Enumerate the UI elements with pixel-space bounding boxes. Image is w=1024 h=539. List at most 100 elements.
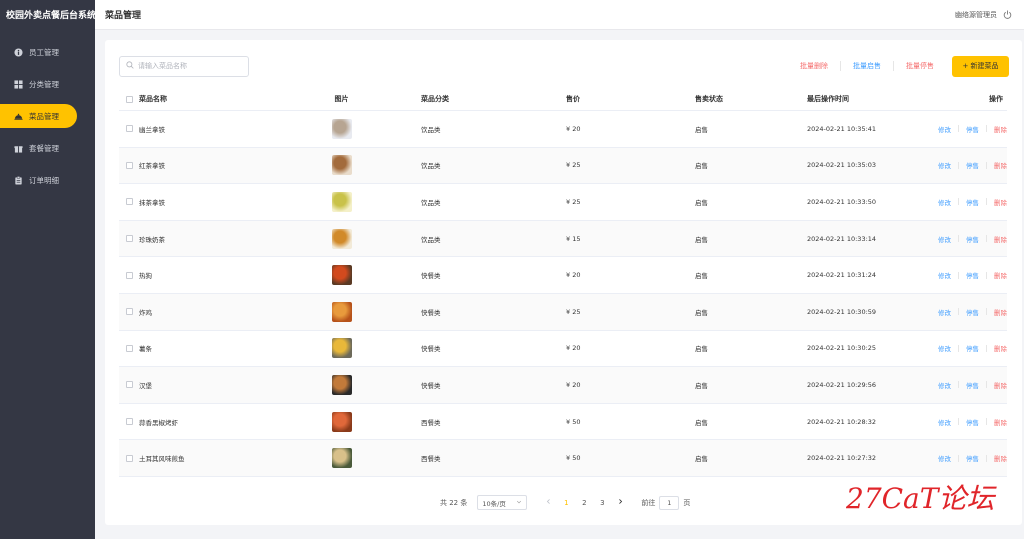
dish-updated-time: 2024-02-21 10:31:24 <box>807 271 877 280</box>
dish-thumbnail[interactable] <box>331 411 352 432</box>
sidebar-item-orders[interactable]: 订单明细 <box>4 168 91 192</box>
dish-thumbnail[interactable] <box>331 118 352 139</box>
delete-button[interactable]: 删除 <box>994 270 1007 280</box>
dish-category: 饮品类 <box>421 235 441 244</box>
disable-button[interactable]: 停售 <box>966 160 979 170</box>
row-checkbox[interactable] <box>125 454 133 462</box>
goto-suffix: 页 <box>683 498 691 507</box>
grid-icon <box>13 79 23 89</box>
header-ops: 操作 <box>989 95 1003 103</box>
row-actions: 修改 停售 删除 <box>934 307 1007 317</box>
header-price: 售价 <box>566 95 580 103</box>
sidebar-item-employee[interactable]: 员工管理 <box>4 40 91 64</box>
row-checkbox[interactable] <box>125 308 133 316</box>
disable-button[interactable]: 停售 <box>966 124 979 134</box>
edit-button[interactable]: 修改 <box>938 417 951 427</box>
dish-image-cell <box>279 411 404 432</box>
disable-button[interactable]: 停售 <box>966 380 979 390</box>
dish-price: ¥ 25 <box>566 307 581 316</box>
goto-page-input[interactable]: 1 <box>659 495 680 510</box>
dish-category: 快餐类 <box>421 381 441 390</box>
current-user[interactable]: 幽络源管理员 <box>955 10 997 20</box>
delete-button[interactable]: 删除 <box>994 417 1007 427</box>
table-row: 抹茶拿铁 饮品类 ¥ 25 启售 2024-02-21 10:33:50 修改 … <box>119 184 1007 221</box>
dish-thumbnail[interactable] <box>331 448 352 469</box>
delete-button[interactable]: 删除 <box>994 197 1007 207</box>
dish-thumbnail[interactable] <box>331 155 352 176</box>
dish-thumbnail[interactable] <box>331 374 352 395</box>
page-title: 菜品管理 <box>105 11 142 21</box>
disable-button[interactable]: 停售 <box>966 343 979 353</box>
table-header: 菜品名称 图片 菜品分类 售价 售卖状态 最后操作时间 操作 <box>119 88 1007 111</box>
page-number-2[interactable]: 2 <box>575 499 593 507</box>
batch-enable-button[interactable]: 批量启售 <box>841 61 894 71</box>
sidebar-item-dish[interactable]: 菜品管理 <box>0 104 77 128</box>
row-checkbox[interactable] <box>125 235 133 243</box>
row-checkbox[interactable] <box>125 161 133 169</box>
site-watermark: 27CaT论坛 <box>845 480 1016 516</box>
page-size-select[interactable]: 10条/页 <box>477 495 528 510</box>
next-page-icon[interactable] <box>611 498 629 507</box>
edit-button[interactable]: 修改 <box>938 160 951 170</box>
dish-updated-time: 2024-02-21 10:33:14 <box>807 234 877 243</box>
batch-disable-button[interactable]: 批量停售 <box>894 61 946 71</box>
dish-price: ¥ 20 <box>566 344 581 353</box>
dish-category: 快餐类 <box>421 308 441 317</box>
row-checkbox[interactable] <box>125 125 133 133</box>
sidebar-item-combo[interactable]: 套餐管理 <box>4 136 91 160</box>
disable-button[interactable]: 停售 <box>966 234 979 244</box>
page-number-3[interactable]: 3 <box>593 499 611 507</box>
edit-button[interactable]: 修改 <box>938 307 951 317</box>
search-input[interactable] <box>138 62 238 70</box>
edit-button[interactable]: 修改 <box>938 124 951 134</box>
dish-status: 启售 <box>695 125 708 134</box>
table-row: 土耳其风味煎鱼 西餐类 ¥ 50 启售 2024-02-21 10:27:32 … <box>119 440 1007 477</box>
dish-name: 炸鸡 <box>139 308 152 317</box>
select-all-checkbox[interactable] <box>125 95 133 103</box>
delete-button[interactable]: 删除 <box>994 124 1007 134</box>
edit-button[interactable]: 修改 <box>938 234 951 244</box>
edit-button[interactable]: 修改 <box>938 343 951 353</box>
prev-page-icon[interactable] <box>539 498 557 507</box>
delete-button[interactable]: 删除 <box>994 453 1007 463</box>
row-checkbox[interactable] <box>125 418 133 426</box>
sidebar-item-label: 套餐管理 <box>29 143 59 153</box>
row-checkbox[interactable] <box>125 271 133 279</box>
header-time: 最后操作时间 <box>807 95 849 103</box>
delete-button[interactable]: 删除 <box>994 160 1007 170</box>
dish-thumbnail[interactable] <box>331 265 352 286</box>
edit-button[interactable]: 修改 <box>938 453 951 463</box>
row-checkbox[interactable] <box>125 198 133 206</box>
dish-thumbnail[interactable] <box>331 301 352 322</box>
divider <box>958 418 959 426</box>
disable-button[interactable]: 停售 <box>966 270 979 280</box>
page-number-1[interactable]: 1 <box>557 499 575 507</box>
dish-thumbnail[interactable] <box>331 191 352 212</box>
disable-button[interactable]: 停售 <box>966 307 979 317</box>
row-checkbox[interactable] <box>125 344 133 352</box>
disable-button[interactable]: 停售 <box>966 453 979 463</box>
row-select-cell <box>119 125 139 133</box>
delete-button[interactable]: 删除 <box>994 234 1007 244</box>
dish-image-cell <box>279 338 404 359</box>
sidebar-item-label: 分类管理 <box>29 79 59 89</box>
dish-thumbnail[interactable] <box>331 228 352 249</box>
dish-category: 饮品类 <box>421 125 441 134</box>
row-checkbox[interactable] <box>125 381 133 389</box>
delete-button[interactable]: 删除 <box>994 307 1007 317</box>
add-dish-button[interactable]: + 新建菜品 <box>952 55 1009 77</box>
edit-button[interactable]: 修改 <box>938 270 951 280</box>
sidebar-item-category[interactable]: 分类管理 <box>4 72 91 96</box>
batch-delete-button[interactable]: 批量删除 <box>788 61 841 71</box>
edit-button[interactable]: 修改 <box>938 380 951 390</box>
disable-button[interactable]: 停售 <box>966 197 979 207</box>
divider <box>986 125 987 133</box>
edit-button[interactable]: 修改 <box>938 197 951 207</box>
delete-button[interactable]: 删除 <box>994 380 1007 390</box>
dish-thumbnail[interactable] <box>331 338 352 359</box>
row-select-cell <box>119 161 139 169</box>
disable-button[interactable]: 停售 <box>966 417 979 427</box>
row-actions: 修改 停售 删除 <box>934 124 1007 134</box>
power-icon[interactable] <box>1003 10 1012 19</box>
delete-button[interactable]: 删除 <box>994 343 1007 353</box>
